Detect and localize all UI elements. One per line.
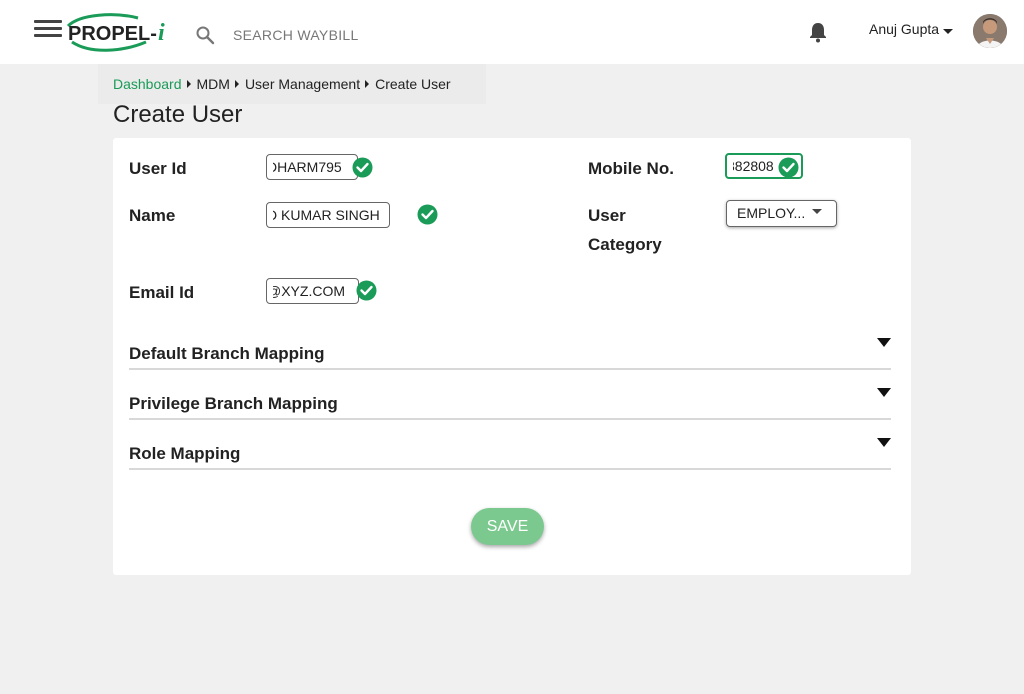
user-menu-caret-icon[interactable] bbox=[943, 29, 953, 34]
expand-arrow-icon[interactable] bbox=[877, 438, 891, 447]
mobile-no-valid-check-icon bbox=[778, 157, 799, 178]
search-icon[interactable] bbox=[195, 25, 215, 45]
breadcrumb-separator-icon bbox=[234, 80, 239, 88]
chevron-down-icon bbox=[812, 209, 822, 214]
bell-icon[interactable] bbox=[806, 20, 830, 44]
expand-arrow-icon[interactable] bbox=[877, 338, 891, 347]
svg-text:PROPEL-: PROPEL- bbox=[68, 23, 157, 45]
create-user-form-card: User Id Mobile No. Name User Category EM… bbox=[113, 138, 911, 575]
breadcrumb-user-management[interactable]: User Management bbox=[245, 76, 360, 92]
mobile-no-label: Mobile No. bbox=[588, 159, 674, 178]
default-branch-mapping-section[interactable]: Default Branch Mapping bbox=[129, 338, 893, 370]
divider bbox=[129, 418, 891, 420]
breadcrumb-mdm[interactable]: MDM bbox=[197, 76, 230, 92]
avatar[interactable] bbox=[973, 14, 1007, 48]
user-category-selected-value: EMPLOY... bbox=[737, 205, 806, 221]
breadcrumb-dashboard[interactable]: Dashboard bbox=[113, 76, 182, 92]
top-header: PROPEL- i Anuj Gupta bbox=[0, 0, 1024, 64]
email-id-valid-check-icon bbox=[356, 280, 377, 301]
user-id-label: User Id bbox=[129, 159, 187, 178]
user-id-input[interactable] bbox=[266, 154, 358, 180]
page-title: Create User bbox=[113, 101, 243, 128]
name-label: Name bbox=[129, 206, 176, 225]
default-branch-mapping-title: Default Branch Mapping bbox=[129, 344, 325, 363]
divider bbox=[129, 468, 891, 470]
expand-arrow-icon[interactable] bbox=[877, 388, 891, 397]
user-id-valid-check-icon bbox=[352, 157, 373, 178]
user-category-label-line1: User bbox=[588, 206, 626, 225]
propel-logo[interactable]: PROPEL- i bbox=[60, 12, 176, 52]
privilege-branch-mapping-title: Privilege Branch Mapping bbox=[129, 394, 338, 413]
role-mapping-title: Role Mapping bbox=[129, 444, 241, 463]
name-valid-check-icon bbox=[417, 204, 438, 225]
breadcrumb-separator-icon bbox=[186, 80, 191, 88]
name-input[interactable] bbox=[266, 202, 390, 228]
role-mapping-section[interactable]: Role Mapping bbox=[129, 438, 893, 470]
email-id-input[interactable] bbox=[266, 278, 359, 304]
breadcrumb: Dashboard MDM User Management Create Use… bbox=[98, 64, 486, 104]
user-name[interactable]: Anuj Gupta bbox=[869, 21, 939, 37]
breadcrumb-separator-icon bbox=[365, 80, 370, 88]
privilege-branch-mapping-section[interactable]: Privilege Branch Mapping bbox=[129, 388, 893, 420]
user-category-select[interactable]: EMPLOY... bbox=[726, 200, 837, 227]
search-waybill-input[interactable] bbox=[228, 22, 488, 48]
user-category-label-line2: Category bbox=[588, 235, 662, 254]
save-button[interactable]: SAVE bbox=[471, 508, 544, 545]
divider bbox=[129, 368, 891, 370]
breadcrumb-create-user: Create User bbox=[375, 76, 451, 92]
email-id-label: Email Id bbox=[129, 283, 195, 302]
svg-text:i: i bbox=[158, 20, 165, 46]
menu-icon[interactable] bbox=[34, 20, 62, 40]
